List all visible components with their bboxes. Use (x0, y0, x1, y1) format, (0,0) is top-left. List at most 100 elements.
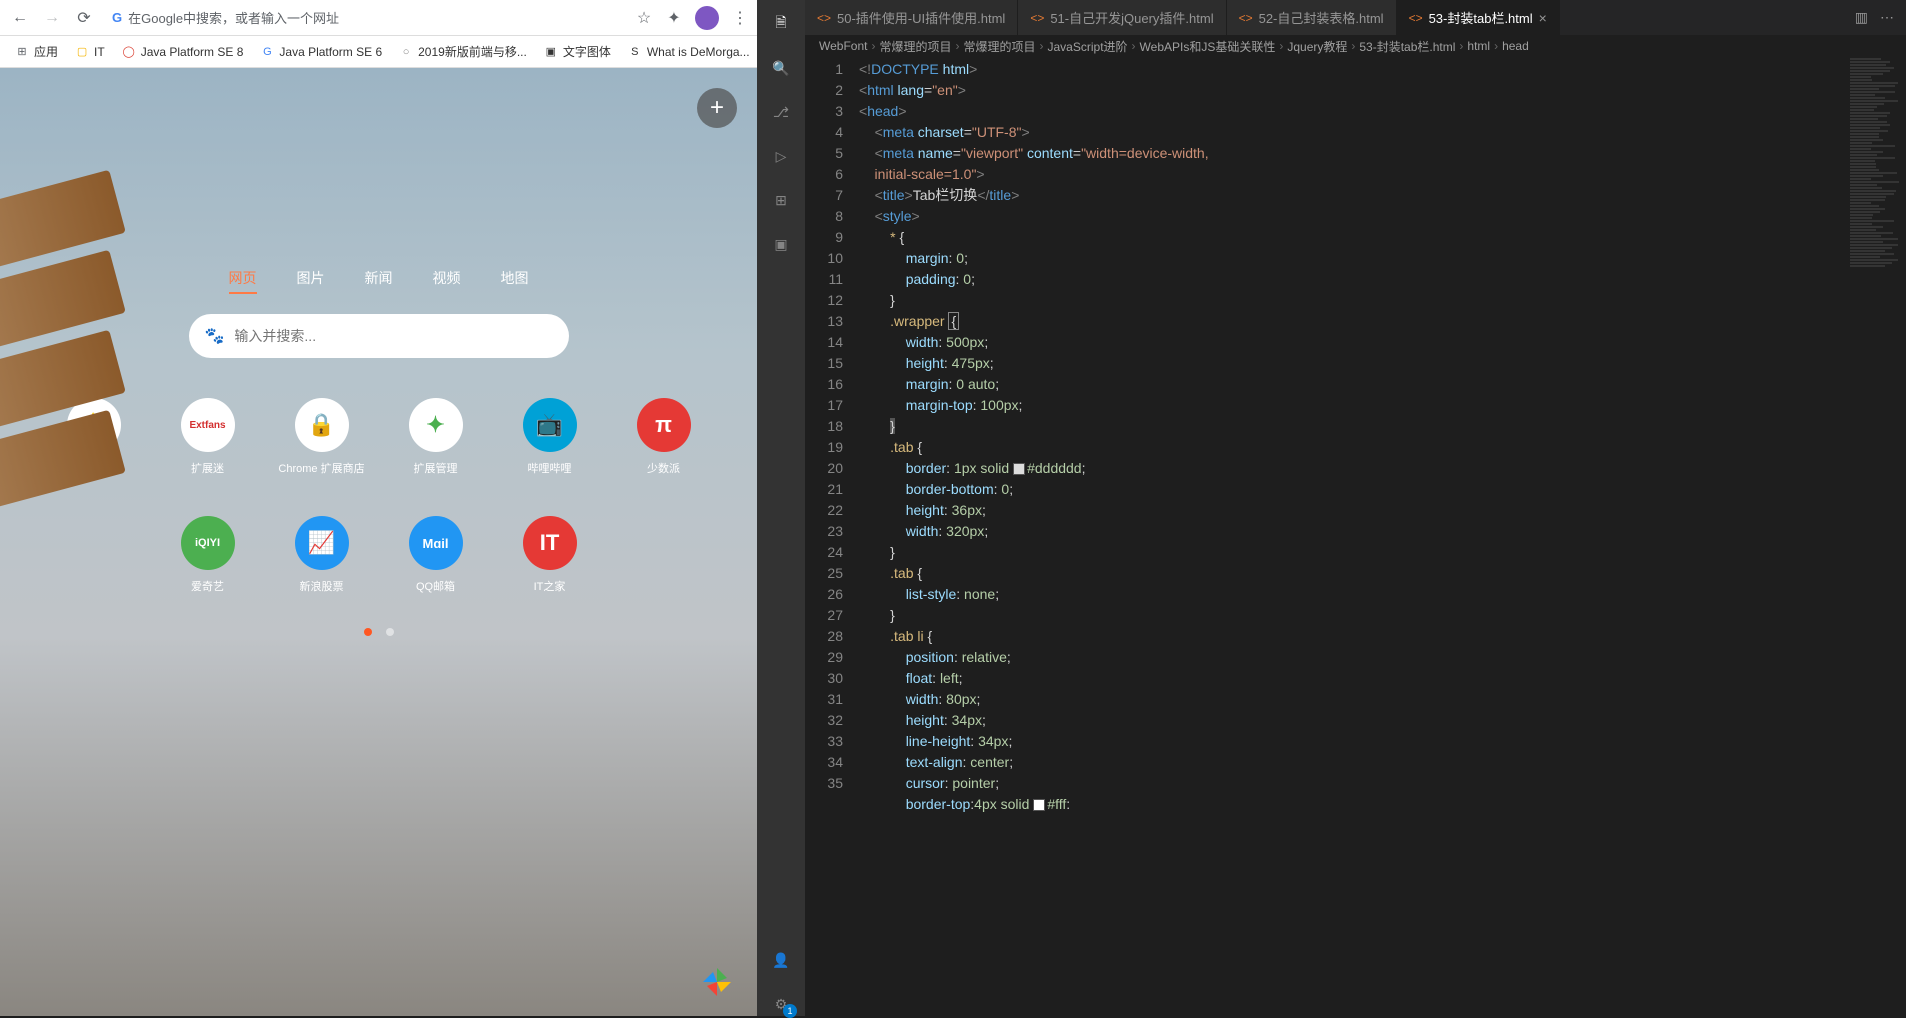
line-number: 6 (805, 164, 843, 185)
breadcrumb-item[interactable]: JavaScript进阶 (1048, 38, 1128, 55)
site-shortcut[interactable]: MɑilQQ邮箱 (409, 516, 463, 594)
code-line[interactable]: height: 475px; (859, 353, 1906, 374)
code-line[interactable]: margin-top: 100px; (859, 395, 1906, 416)
breadcrumb-item[interactable]: Jquery教程 (1287, 38, 1347, 55)
code-line[interactable]: width: 320px; (859, 521, 1906, 542)
search-icon[interactable]: 🔍 (769, 56, 793, 80)
minimap[interactable] (1846, 57, 1906, 1016)
breadcrumb-item[interactable]: 常爆理的项目 (963, 38, 1035, 55)
source-control-icon[interactable]: ⎇ (769, 100, 793, 124)
code-line[interactable]: } (859, 605, 1906, 626)
code-line[interactable]: .wrapper { (859, 311, 1906, 332)
code-line[interactable]: padding: 0; (859, 269, 1906, 290)
editor-tab[interactable]: <>50-插件使用-UI插件使用.html (805, 0, 1018, 35)
code-line[interactable]: position: relative; (859, 647, 1906, 668)
code-line[interactable]: height: 34px; (859, 710, 1906, 731)
dot-1[interactable] (364, 628, 372, 636)
ntp-tab[interactable]: 网页 (229, 268, 257, 294)
site-shortcut[interactable]: 📈新浪股票 (295, 516, 349, 594)
star-icon[interactable]: ☆ (635, 9, 653, 27)
back-button[interactable]: ← (8, 6, 32, 30)
code-line[interactable]: } (859, 416, 1906, 437)
code-line[interactable]: width: 80px; (859, 689, 1906, 710)
code-line[interactable]: <html lang="en"> (859, 80, 1906, 101)
breadcrumb-item[interactable]: WebAPIs和JS基础关联性 (1140, 38, 1276, 55)
code-line[interactable]: margin: 0; (859, 248, 1906, 269)
breadcrumb-item[interactable]: 53-封装tab栏.html (1359, 38, 1455, 55)
code-area[interactable]: 1234567891011121314151617181920212223242… (805, 57, 1906, 1016)
code-line[interactable]: .tab li { (859, 626, 1906, 647)
remote-icon[interactable]: ▣ (769, 232, 793, 256)
code-line[interactable]: <meta charset="UTF-8"> (859, 122, 1906, 143)
code-line[interactable]: width: 500px; (859, 332, 1906, 353)
breadcrumb-item[interactable]: head (1502, 39, 1529, 53)
menu-icon[interactable]: ⋮ (731, 9, 749, 27)
code-line[interactable]: .tab { (859, 437, 1906, 458)
extensions-icon[interactable]: ✦ (665, 9, 683, 27)
line-number: 34 (805, 752, 843, 773)
code-line[interactable]: } (859, 542, 1906, 563)
bookmark-item[interactable]: ◯Java Platform SE 8 (115, 40, 250, 64)
code-line[interactable]: .tab { (859, 563, 1906, 584)
profile-avatar[interactable] (695, 6, 719, 30)
code-line[interactable]: <meta name="viewport" content="width=dev… (859, 143, 1906, 185)
split-icon[interactable]: ▥ (1855, 9, 1868, 26)
site-shortcut[interactable]: Extfans扩展迷 (181, 398, 235, 476)
reload-button[interactable]: ⟳ (72, 6, 96, 30)
code-content[interactable]: <!DOCTYPE html><html lang="en"><head> <m… (859, 57, 1906, 1016)
bookmark-item[interactable]: ○2019新版前端与移... (392, 39, 533, 64)
explorer-icon[interactable]: 🗎 (769, 12, 793, 36)
add-fab[interactable]: + (697, 88, 737, 128)
site-shortcut[interactable]: 🔒Chrome 扩展商店 (295, 398, 349, 476)
debug-icon[interactable]: ▷ (769, 144, 793, 168)
breadcrumb[interactable]: WebFont›常爆理的项目›常爆理的项目›JavaScript进阶›WebAP… (805, 35, 1906, 57)
code-line[interactable]: height: 36px; (859, 500, 1906, 521)
account-icon[interactable]: 👤 (769, 948, 793, 972)
code-line[interactable]: <title>Tab栏切换</title> (859, 185, 1906, 206)
code-line[interactable]: text-align: center; (859, 752, 1906, 773)
code-line[interactable]: } (859, 290, 1906, 311)
bookmark-item[interactable]: ⊞应用 (8, 39, 64, 64)
ntp-tab[interactable]: 视频 (433, 268, 461, 294)
code-line[interactable]: cursor: pointer; (859, 773, 1906, 794)
code-line[interactable]: <!DOCTYPE html> (859, 59, 1906, 80)
editor-tab[interactable]: <>52-自己封装表格.html (1227, 0, 1397, 35)
editor-tab[interactable]: <>53-封装tab栏.html× (1397, 0, 1560, 35)
pinwheel-icon[interactable] (701, 966, 733, 998)
ntp-tab[interactable]: 地图 (501, 268, 529, 294)
ntp-tab[interactable]: 新闻 (365, 268, 393, 294)
close-icon[interactable]: × (1539, 10, 1547, 26)
code-line[interactable]: <style> (859, 206, 1906, 227)
site-shortcut[interactable]: 📺哔哩哔哩 (523, 398, 577, 476)
site-shortcut[interactable]: π少数派 (637, 398, 691, 476)
code-line[interactable]: border: 1px solid #dddddd; (859, 458, 1906, 479)
dot-2[interactable] (386, 628, 394, 636)
bookmark-item[interactable]: GJava Platform SE 6 (253, 40, 388, 64)
code-line[interactable]: margin: 0 auto; (859, 374, 1906, 395)
search-input[interactable] (234, 328, 552, 344)
site-shortcut[interactable]: ✦扩展管理 (409, 398, 463, 476)
code-line[interactable]: <head> (859, 101, 1906, 122)
search-box[interactable]: 🐾 (189, 314, 569, 358)
settings-icon[interactable]: ⚙ (769, 992, 793, 1016)
code-line[interactable]: border-top:4px solid #fff: (859, 794, 1906, 815)
bookmark-item[interactable]: ▢IT (68, 40, 111, 64)
code-line[interactable]: float: left; (859, 668, 1906, 689)
code-line[interactable]: list-style: none; (859, 584, 1906, 605)
bookmark-item[interactable]: ▣文字图体 (537, 39, 617, 64)
bookmark-item[interactable]: SWhat is DeMorga... (621, 40, 756, 64)
site-shortcut[interactable]: ITIT之家 (523, 516, 577, 594)
editor-tab[interactable]: <>51-自己开发jQuery插件.html (1018, 0, 1226, 35)
code-line[interactable]: line-height: 34px; (859, 731, 1906, 752)
more-icon[interactable]: ⋯ (1880, 9, 1894, 26)
extensions-icon[interactable]: ⊞ (769, 188, 793, 212)
breadcrumb-item[interactable]: 常爆理的项目 (879, 38, 951, 55)
breadcrumb-item[interactable]: WebFont (819, 39, 867, 53)
ntp-tab[interactable]: 图片 (297, 268, 325, 294)
code-line[interactable]: border-bottom: 0; (859, 479, 1906, 500)
breadcrumb-item[interactable]: html (1467, 39, 1490, 53)
site-shortcut[interactable]: iQIYI爱奇艺 (181, 516, 235, 594)
code-line[interactable]: * { (859, 227, 1906, 248)
address-input[interactable]: G 在Google中搜索，或者输入一个网址 (104, 4, 627, 32)
forward-button[interactable]: → (40, 6, 64, 30)
